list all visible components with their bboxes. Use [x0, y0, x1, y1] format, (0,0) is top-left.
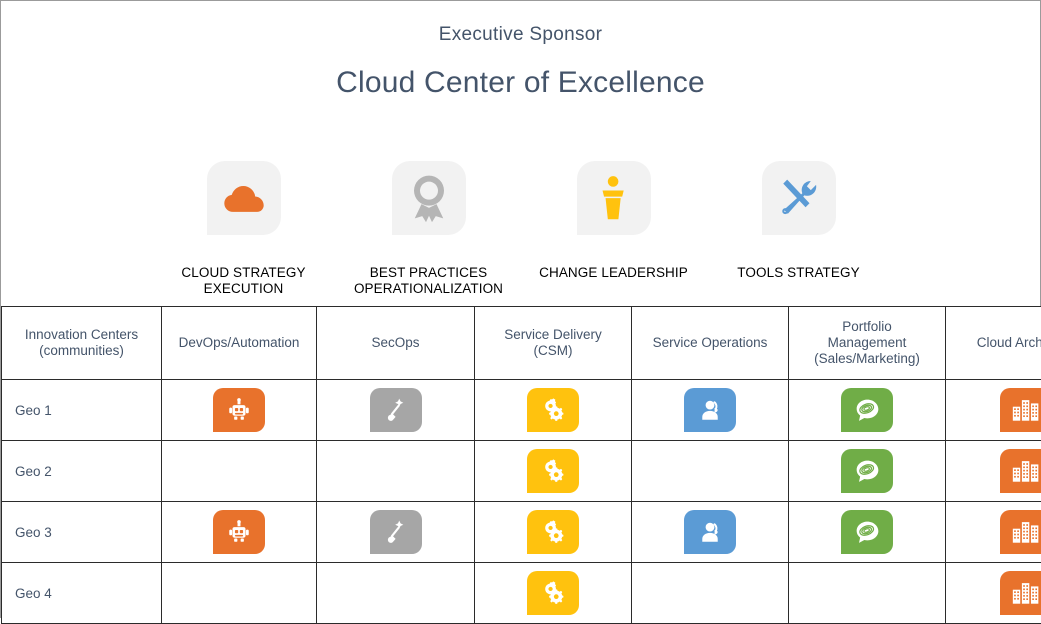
pillar-4: TOOLS STRATEGY [706, 161, 891, 297]
matrix-cell[interactable] [789, 380, 946, 441]
column-header-5: PortfolioManagement(Sales/Marketing) [789, 307, 946, 380]
pillar-3: CHANGE LEADERSHIP [521, 161, 706, 297]
matrix-cell[interactable] [162, 563, 317, 624]
matrix-cell[interactable] [317, 502, 475, 563]
pillar-label: BEST PRACTICESOPERATIONALIZATION [354, 265, 503, 297]
matrix-cell[interactable] [632, 380, 789, 441]
cce-diagram-page: Executive Sponsor Cloud Center of Excell… [0, 0, 1041, 618]
buildings-icon [1000, 449, 1041, 493]
pillar-1: CLOUD STRATEGYEXECUTION [151, 161, 336, 297]
table-body: Geo 1 [2, 380, 1041, 624]
matrix-cell[interactable] [162, 441, 317, 502]
matrix-cell[interactable] [946, 563, 1041, 624]
matrix-cell[interactable] [632, 563, 789, 624]
support-agent-icon [684, 510, 736, 554]
matrix-cell[interactable] [475, 441, 632, 502]
support-agent-icon [684, 388, 736, 432]
table-header-row: Innovation Centers(communities)DevOps/Au… [2, 307, 1041, 380]
matrix-cell[interactable] [475, 563, 632, 624]
row-label-4: Geo 4 [2, 563, 162, 624]
column-header-1: DevOps/Automation [162, 307, 317, 380]
column-header-4: Service Operations [632, 307, 789, 380]
table-row: Geo 4 [2, 563, 1041, 624]
matrix-cell[interactable] [475, 380, 632, 441]
pillar-label: TOOLS STRATEGY [737, 265, 859, 281]
buildings-icon [1000, 388, 1041, 432]
matrix-cell[interactable] [317, 380, 475, 441]
table-row: Geo 3 [2, 502, 1041, 563]
table-row: Geo 1 [2, 380, 1041, 441]
matrix-cell[interactable] [317, 441, 475, 502]
buildings-icon [1000, 571, 1041, 615]
wrench-screwdriver-icon [762, 161, 836, 235]
pillar-row: CLOUD STRATEGYEXECUTION BEST PRACTICESOP… [151, 161, 891, 297]
buildings-icon [1000, 510, 1041, 554]
matrix-cell[interactable] [946, 502, 1041, 563]
robot-icon [213, 510, 265, 554]
broadcast-bubble-icon [841, 388, 893, 432]
torch-search-icon [370, 510, 422, 554]
column-header-0: Innovation Centers(communities) [2, 307, 162, 380]
gears-icon [527, 510, 579, 554]
matrix-cell[interactable] [789, 441, 946, 502]
award-ribbon-icon [392, 161, 466, 235]
column-header-3: Service Delivery(CSM) [475, 307, 632, 380]
row-label-2: Geo 2 [2, 441, 162, 502]
podium-speaker-icon [577, 161, 651, 235]
page-header: Executive Sponsor Cloud Center of Excell… [1, 24, 1040, 100]
matrix-cell[interactable] [632, 502, 789, 563]
gears-icon [527, 388, 579, 432]
matrix-cell[interactable] [946, 380, 1041, 441]
robot-icon [213, 388, 265, 432]
column-header-6: Cloud Architects [946, 307, 1041, 380]
gears-icon [527, 449, 579, 493]
matrix-cell[interactable] [162, 380, 317, 441]
broadcast-bubble-icon [841, 449, 893, 493]
table-row: Geo 2 [2, 441, 1041, 502]
pillar-label: CHANGE LEADERSHIP [539, 265, 688, 281]
broadcast-bubble-icon [841, 510, 893, 554]
matrix-cell[interactable] [789, 563, 946, 624]
row-label-1: Geo 1 [2, 380, 162, 441]
capability-matrix-table: Innovation Centers(communities)DevOps/Au… [1, 306, 1041, 624]
row-label-3: Geo 3 [2, 502, 162, 563]
matrix-cell[interactable] [632, 441, 789, 502]
matrix-cell[interactable] [946, 441, 1041, 502]
matrix-cell[interactable] [789, 502, 946, 563]
cloud-icon [207, 161, 281, 235]
torch-search-icon [370, 388, 422, 432]
matrix-cell[interactable] [317, 563, 475, 624]
pillar-label: CLOUD STRATEGYEXECUTION [181, 265, 305, 297]
page-title: Cloud Center of Excellence [1, 66, 1040, 100]
gears-icon [527, 571, 579, 615]
column-header-2: SecOps [317, 307, 475, 380]
executive-sponsor-label: Executive Sponsor [1, 24, 1040, 46]
matrix-cell[interactable] [475, 502, 632, 563]
pillar-2: BEST PRACTICESOPERATIONALIZATION [336, 161, 521, 297]
matrix-cell[interactable] [162, 502, 317, 563]
